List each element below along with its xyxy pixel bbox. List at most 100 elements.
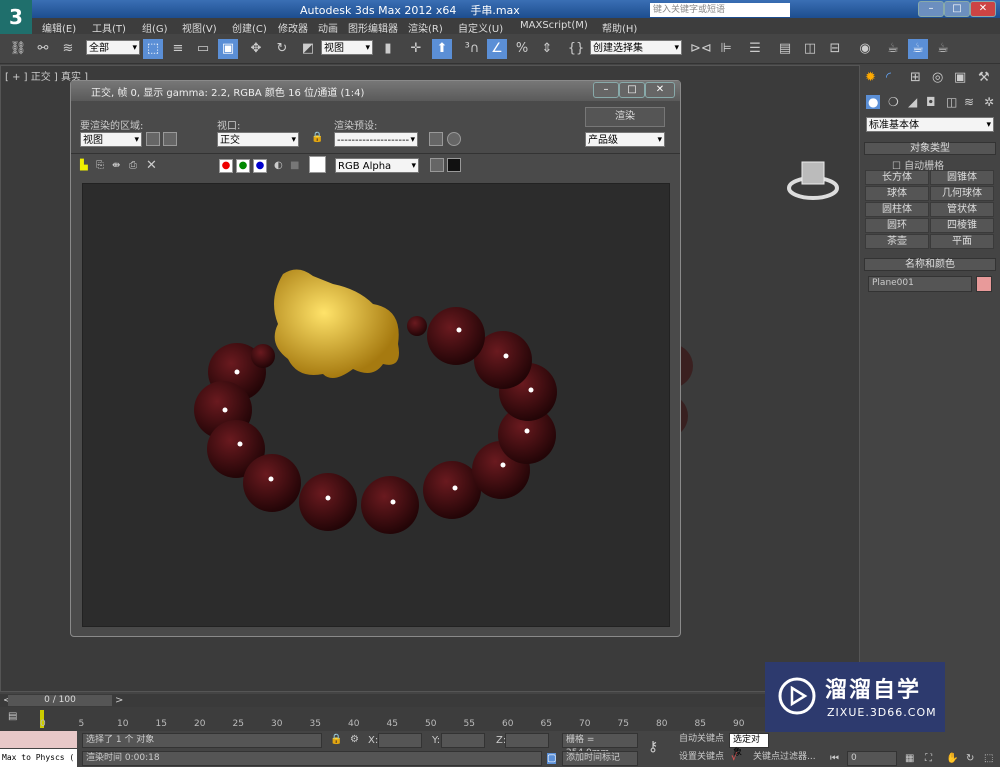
key-icon[interactable]: ⚷ — [648, 739, 658, 755]
align-icon[interactable]: ⊫ — [716, 39, 736, 59]
menu-customize[interactable]: 自定义(U) — [458, 20, 503, 35]
menu-create[interactable]: 创建(C) — [232, 20, 267, 35]
quality-dropdown[interactable]: 产品级 — [585, 132, 665, 148]
current-frame-input[interactable]: 0 — [847, 751, 897, 766]
display-tab-icon[interactable]: ▣ — [954, 70, 966, 85]
mirror-icon[interactable]: ⊳⊲ — [690, 39, 712, 59]
rendered-frame-window-icon[interactable]: ☕ — [908, 39, 928, 59]
category-dropdown[interactable]: 标准基本体 — [866, 117, 994, 133]
menu-tools[interactable]: 工具(T) — [92, 20, 126, 35]
create-tab-icon[interactable]: ✹ — [865, 70, 876, 85]
clone-window-icon[interactable]: ⇼ — [112, 160, 120, 171]
y-coord-input[interactable] — [441, 733, 485, 748]
cylinder-button[interactable]: 圆柱体 — [865, 202, 929, 217]
select-object-icon[interactable]: ⬚ — [143, 39, 163, 59]
auto-key-button[interactable]: 自动关键点 — [676, 733, 728, 748]
render-minimize-button[interactable]: – — [593, 82, 619, 98]
spacewarps-icon[interactable]: ≋ — [964, 95, 974, 109]
set-key-button[interactable]: 设置关键点 — [676, 751, 728, 766]
selection-lock-icon[interactable]: 🔒 — [330, 734, 342, 745]
maxscript-input[interactable]: Max to Physcs ( — [0, 749, 77, 767]
cameras-icon[interactable]: ◘ — [926, 95, 936, 109]
unlink-icon[interactable]: ⚯ — [33, 39, 53, 59]
manipulate-icon[interactable]: ✛ — [406, 39, 426, 59]
time-slider[interactable]: < 0 / 100 > — [0, 694, 860, 707]
sphere-button[interactable]: 球体 — [865, 186, 929, 201]
render-setup-icon[interactable] — [429, 132, 443, 146]
selected-dropdown[interactable]: 选定对象 — [729, 733, 769, 758]
curve-editor-icon[interactable]: ◫ — [800, 39, 820, 59]
render-close-button[interactable]: ✕ — [645, 82, 675, 98]
print-icon[interactable]: ⎙ — [129, 160, 137, 171]
menu-maxscript[interactable]: MAXScript(M) — [520, 20, 588, 31]
x-coord-input[interactable] — [378, 733, 422, 748]
snap-3d-icon[interactable]: ³∩ — [462, 39, 482, 59]
geosphere-button[interactable]: 几何球体 — [930, 186, 994, 201]
edit-region-icon[interactable] — [146, 132, 160, 146]
next-frame-icon[interactable]: > — [115, 695, 123, 706]
pyramid-button[interactable]: 四棱锥 — [930, 218, 994, 233]
maxscript-listener[interactable] — [0, 731, 77, 748]
teapot-button[interactable]: 茶壶 — [865, 234, 929, 249]
systems-icon[interactable]: ✲ — [984, 95, 994, 109]
menu-animation[interactable]: 动画 — [318, 20, 338, 35]
area-dropdown[interactable]: 视图 — [80, 132, 142, 148]
time-tag-icon[interactable]: ▢ — [547, 753, 557, 764]
toggle-ui-icon[interactable] — [447, 158, 461, 172]
select-by-name-icon[interactable]: ≡ — [168, 39, 188, 59]
schematic-view-icon[interactable]: ⊟ — [825, 39, 845, 59]
helpers-icon[interactable]: ◫ — [946, 95, 957, 109]
key-filters-button[interactable]: 关键点过滤器... — [750, 751, 826, 766]
pan-icon[interactable]: ✋ — [946, 753, 958, 764]
copy-image-icon[interactable]: ⎘ — [96, 160, 104, 171]
name-color-rollout[interactable]: 名称和颜色 — [864, 258, 996, 271]
lights-icon[interactable]: ◢ — [908, 95, 917, 109]
go-to-start-icon[interactable]: ⏮ — [830, 753, 839, 764]
menu-graph-editors[interactable]: 图形编辑器 — [348, 20, 398, 35]
auto-region-icon[interactable] — [163, 132, 177, 146]
move-icon[interactable]: ✥ — [246, 39, 266, 59]
monochrome-icon[interactable]: ■ — [290, 160, 299, 171]
object-color-swatch[interactable] — [976, 276, 992, 292]
keyboard-shortcut-icon[interactable]: ⬆ — [432, 39, 452, 59]
selection-filter-dropdown[interactable]: 全部 — [86, 40, 140, 56]
rect-selection-icon[interactable]: ▭ — [193, 39, 213, 59]
blue-channel-toggle[interactable]: ● — [253, 159, 267, 173]
shapes-icon[interactable]: ❍ — [888, 95, 899, 109]
red-channel-toggle[interactable]: ● — [219, 159, 233, 173]
modify-tab-icon[interactable]: ◜ — [886, 70, 891, 85]
clear-icon[interactable]: ✕ — [146, 158, 157, 173]
geometry-icon[interactable]: ● — [866, 95, 881, 109]
menu-group[interactable]: 组(G) — [142, 20, 168, 35]
orbit-icon[interactable]: ↻ — [966, 753, 974, 764]
pivot-icon[interactable]: ▮ — [378, 39, 398, 59]
search-input[interactable]: 键入关键字或短语 — [650, 3, 790, 17]
environment-icon[interactable] — [447, 132, 461, 146]
channel-dropdown[interactable]: RGB Alpha — [335, 158, 419, 174]
close-button[interactable]: ✕ — [970, 1, 996, 17]
track-bar[interactable]: ▤ 0 5 10 15 20 25 30 35 40 45 50 55 60 65 70 75 80 85 90 — [0, 707, 860, 731]
object-type-rollout[interactable]: 对象类型 — [864, 142, 996, 155]
mini-curve-editor-icon[interactable]: ▤ — [8, 711, 17, 722]
alpha-channel-icon[interactable]: ◐ — [274, 160, 283, 171]
tube-button[interactable]: 管状体 — [930, 202, 994, 217]
plane-button[interactable]: 平面 — [930, 234, 994, 249]
frame-indicator[interactable]: 0 / 100 — [8, 695, 112, 706]
lock-icon[interactable]: 🔒 — [311, 132, 323, 143]
preset-dropdown[interactable]: -------------------- — [334, 132, 418, 148]
viewcube-icon[interactable] — [786, 156, 841, 206]
graphite-icon[interactable]: ▤ — [775, 39, 795, 59]
spinner-snap-icon[interactable]: ⇕ — [537, 39, 557, 59]
bind-space-warp-icon[interactable]: ≋ — [58, 39, 78, 59]
z-coord-input[interactable] — [505, 733, 549, 748]
torus-button[interactable]: 圆环 — [865, 218, 929, 233]
render-button[interactable]: 渲染 — [585, 107, 665, 127]
menu-rendering[interactable]: 渲染(R) — [408, 20, 443, 35]
add-time-tag[interactable]: 添加时间标记 — [562, 751, 638, 766]
absolute-mode-icon[interactable]: ⚙ — [350, 734, 359, 745]
cone-button[interactable]: 圆锥体 — [930, 170, 994, 185]
maximize-button[interactable]: □ — [944, 1, 970, 17]
render-maximize-button[interactable]: □ — [619, 82, 645, 98]
save-image-icon[interactable]: ▙ — [80, 160, 88, 171]
toggle-ui-overlay-icon[interactable] — [430, 158, 444, 172]
